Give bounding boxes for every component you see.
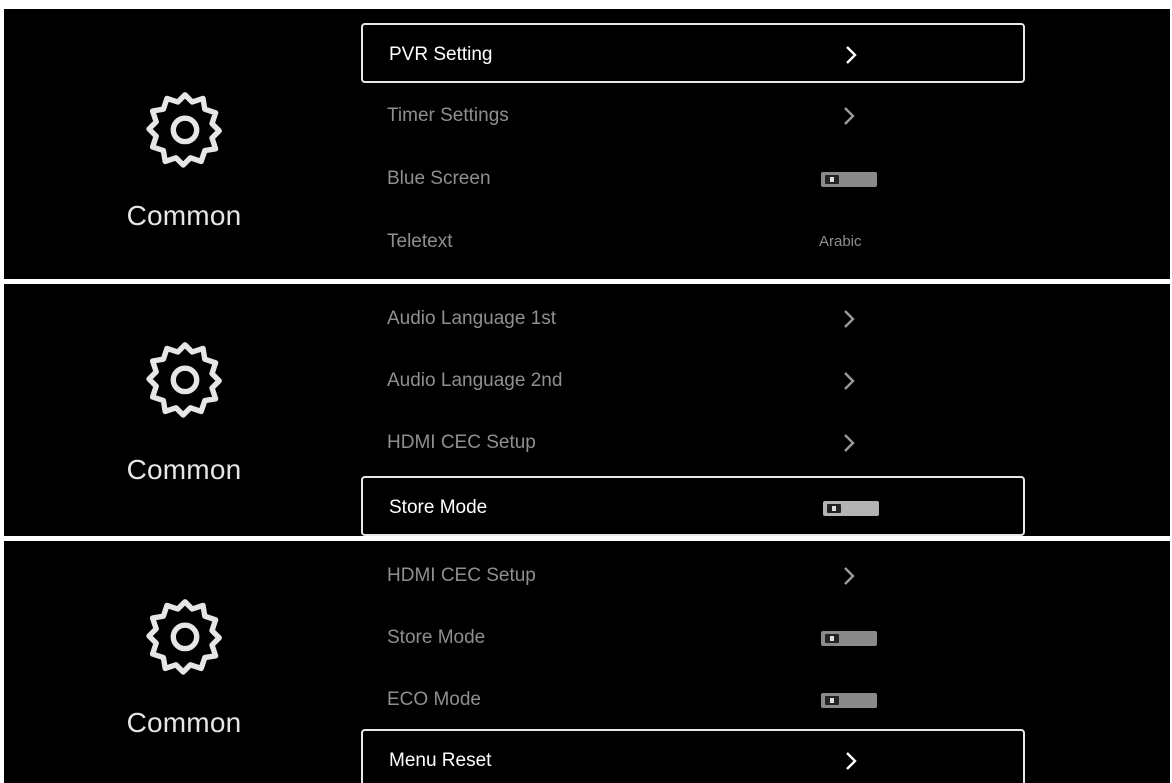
menu-item-menu-reset[interactable]: Menu Reset [361, 729, 1025, 783]
chevron-right-icon [841, 731, 861, 783]
category-label: Common [126, 707, 242, 738]
menu-item-label: Store Mode [389, 497, 488, 518]
chevron-right-icon [839, 546, 859, 606]
setting-value: Arabic [819, 233, 862, 250]
menu-item-audio-language-1st[interactable]: Audio Language 1st [361, 289, 1025, 349]
menu-item-label: Store Mode [387, 627, 486, 648]
menu-item-pvr-setting[interactable]: PVR Setting [361, 23, 1025, 83]
menu-item-label: Timer Settings [387, 105, 509, 126]
gear-icon [140, 591, 230, 681]
menu-item-label: Menu Reset [389, 750, 492, 771]
menu-item-label: Audio Language 1st [387, 308, 557, 329]
menu-item-timer-settings[interactable]: Timer Settings [361, 86, 1025, 146]
settings-panel-3: Common HDMI CEC Setup Store Mode ECO Mod… [4, 541, 1170, 783]
menu-item-store-mode[interactable]: Store Mode [361, 608, 1025, 668]
toggle-switch[interactable] [821, 693, 877, 708]
menu-item-label: HDMI CEC Setup [387, 432, 536, 453]
menu-item-blue-screen[interactable]: Blue Screen [361, 149, 1025, 209]
toggle-switch[interactable] [823, 501, 879, 516]
settings-panel-2: Common Audio Language 1st Audio Language… [4, 284, 1170, 536]
menu-item-label: Teletext [387, 231, 453, 252]
menu-item-hdmi-cec-setup[interactable]: HDMI CEC Setup [361, 413, 1025, 473]
menu-item-label: Blue Screen [387, 168, 491, 189]
settings-panel-1: Common PVR Setting Timer Settings Blue S… [4, 9, 1170, 279]
menu-item-label: ECO Mode [387, 689, 481, 710]
chevron-right-icon [839, 351, 859, 411]
gear-icon [140, 84, 230, 174]
category-label: Common [126, 200, 242, 231]
chevron-right-icon [841, 25, 861, 85]
toggle-switch[interactable] [821, 631, 877, 646]
toggle-switch[interactable] [821, 172, 877, 187]
menu-item-store-mode[interactable]: Store Mode [361, 476, 1025, 536]
menu-item-audio-language-2nd[interactable]: Audio Language 2nd [361, 351, 1025, 411]
chevron-right-icon [839, 86, 859, 146]
menu-item-hdmi-cec-setup[interactable]: HDMI CEC Setup [361, 546, 1025, 606]
menu-item-teletext[interactable]: Teletext Arabic [361, 212, 1025, 272]
chevron-right-icon [839, 289, 859, 349]
gear-icon [140, 334, 230, 424]
menu-item-label: PVR Setting [389, 44, 493, 65]
category-label: Common [126, 454, 242, 485]
chevron-right-icon [839, 413, 859, 473]
menu-item-eco-mode[interactable]: ECO Mode [361, 670, 1025, 730]
menu-item-label: HDMI CEC Setup [387, 565, 536, 586]
menu-item-label: Audio Language 2nd [387, 370, 563, 391]
